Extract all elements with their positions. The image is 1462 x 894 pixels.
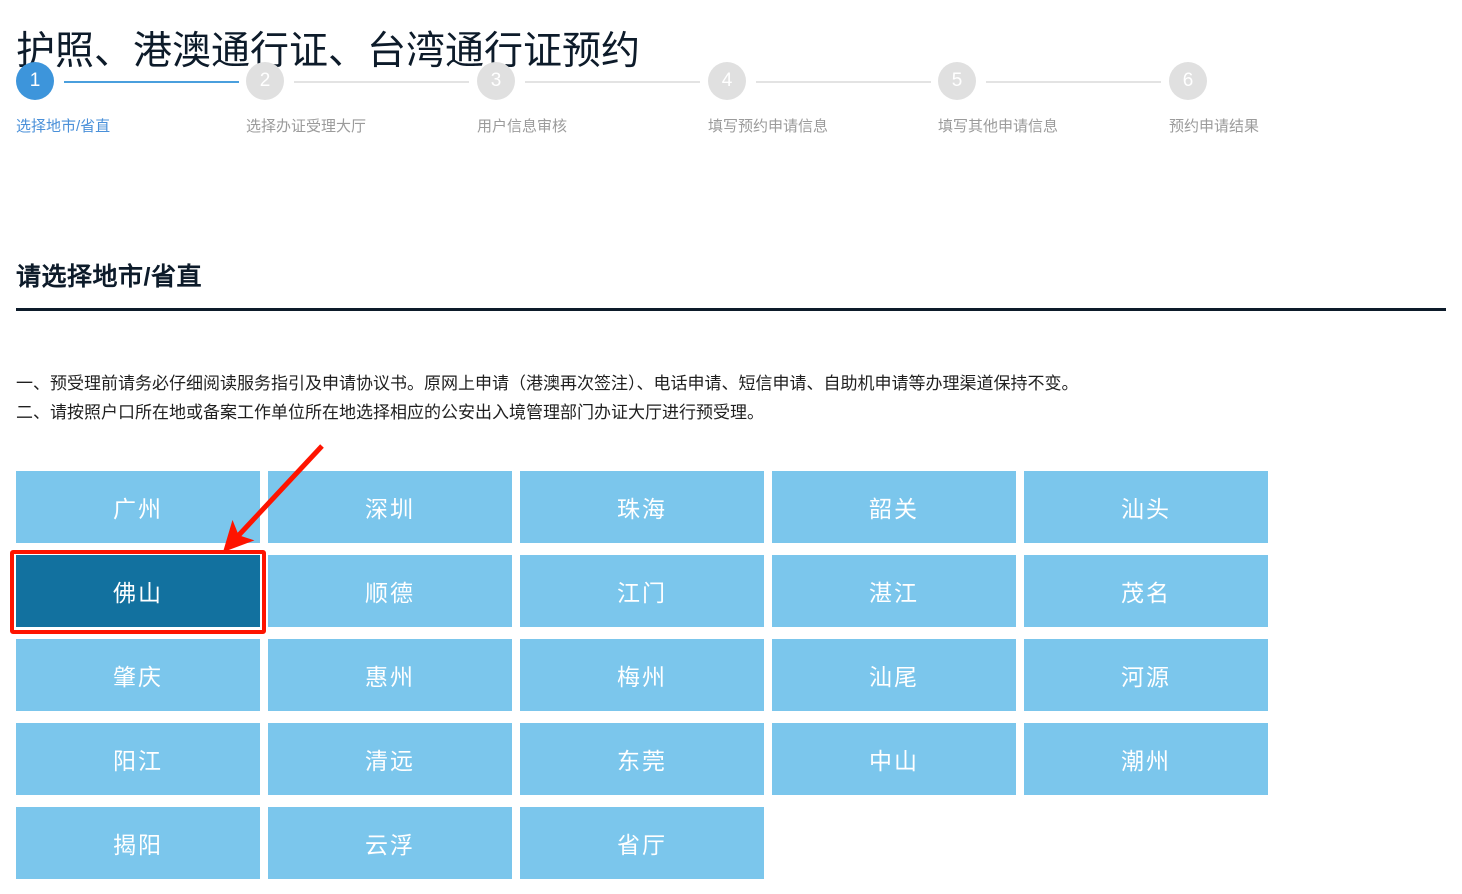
step-circle-5: 5 bbox=[938, 62, 976, 100]
notice-line: 二、请按照户口所在地或备案工作单位所在地选择相应的公安出入境管理部门办证大厅进行… bbox=[16, 403, 764, 422]
city-tile-肇庆[interactable]: 肇庆 bbox=[16, 639, 260, 711]
city-tile-梅州[interactable]: 梅州 bbox=[520, 639, 764, 711]
city-tile-江门[interactable]: 江门 bbox=[520, 555, 764, 627]
notice-list: 一、预受理前请务必仔细阅读服务指引及申请协议书。原网上申请（港澳再次签注）、电话… bbox=[16, 370, 1446, 428]
city-tile-清远[interactable]: 清远 bbox=[268, 723, 512, 795]
city-tile-阳江[interactable]: 阳江 bbox=[16, 723, 260, 795]
step-label-6: 预约申请结果 bbox=[1169, 118, 1260, 135]
step-label-4: 填写预约申请信息 bbox=[708, 118, 829, 135]
city-tile-广州[interactable]: 广州 bbox=[16, 471, 260, 543]
city-tile-韶关[interactable]: 韶关 bbox=[772, 471, 1016, 543]
city-tile-云浮[interactable]: 云浮 bbox=[268, 807, 512, 879]
step-circle-3: 3 bbox=[477, 62, 515, 100]
city-tile-汕尾[interactable]: 汕尾 bbox=[772, 639, 1016, 711]
city-tile-潮州[interactable]: 潮州 bbox=[1024, 723, 1268, 795]
city-grid: 广州 深圳 珠海 韶关 汕头佛山 顺德 江门 湛江 茂名肇庆 惠州 梅州 汕尾 河源阳江 清远 东莞 中山 潮州… bbox=[16, 471, 1268, 879]
city-tile-茂名[interactable]: 茂名 bbox=[1024, 555, 1268, 627]
city-tile-中山[interactable]: 中山 bbox=[772, 723, 1016, 795]
section-divider bbox=[16, 308, 1446, 311]
step-label-5: 填写其他申请信息 bbox=[938, 118, 1059, 135]
step-circle-4: 4 bbox=[708, 62, 746, 100]
step-connector-line bbox=[756, 81, 931, 83]
step-circle-2: 2 bbox=[246, 62, 284, 100]
city-tile-湛江[interactable]: 湛江 bbox=[772, 555, 1016, 627]
city-tile-深圳[interactable]: 深圳 bbox=[268, 471, 512, 543]
step-circle-1: 1 bbox=[16, 62, 54, 100]
step-connector-line bbox=[525, 81, 700, 83]
progress-stepper: 1 选择地市/省直 2 选择办证受理大厅 3 用户信息审核 4 填写预约申请信息 5 填写其他申请… bbox=[16, 62, 1446, 152]
section-heading: 请选择地市/省直 bbox=[16, 263, 202, 291]
city-tile-省厅[interactable]: 省厅 bbox=[520, 807, 764, 879]
step-connector-line bbox=[986, 81, 1161, 83]
city-tile-揭阳[interactable]: 揭阳 bbox=[16, 807, 260, 879]
step-circle-6: 6 bbox=[1169, 62, 1207, 100]
step-label-3: 用户信息审核 bbox=[477, 118, 568, 135]
step-label-2: 选择办证受理大厅 bbox=[246, 118, 367, 135]
city-tile-河源[interactable]: 河源 bbox=[1024, 639, 1268, 711]
step-label-1: 选择地市/省直 bbox=[16, 118, 111, 135]
city-tile-珠海[interactable]: 珠海 bbox=[520, 471, 764, 543]
city-tile-顺德[interactable]: 顺德 bbox=[268, 555, 512, 627]
city-tile-惠州[interactable]: 惠州 bbox=[268, 639, 512, 711]
city-tile-东莞[interactable]: 东莞 bbox=[520, 723, 764, 795]
notice-line: 一、预受理前请务必仔细阅读服务指引及申请协议书。原网上申请（港澳再次签注）、电话… bbox=[16, 374, 1079, 393]
step-connector-line bbox=[294, 81, 469, 83]
city-tile-佛山[interactable]: 佛山 bbox=[16, 555, 260, 627]
step-connector-line bbox=[64, 81, 239, 83]
city-tile-汕头[interactable]: 汕头 bbox=[1024, 471, 1268, 543]
